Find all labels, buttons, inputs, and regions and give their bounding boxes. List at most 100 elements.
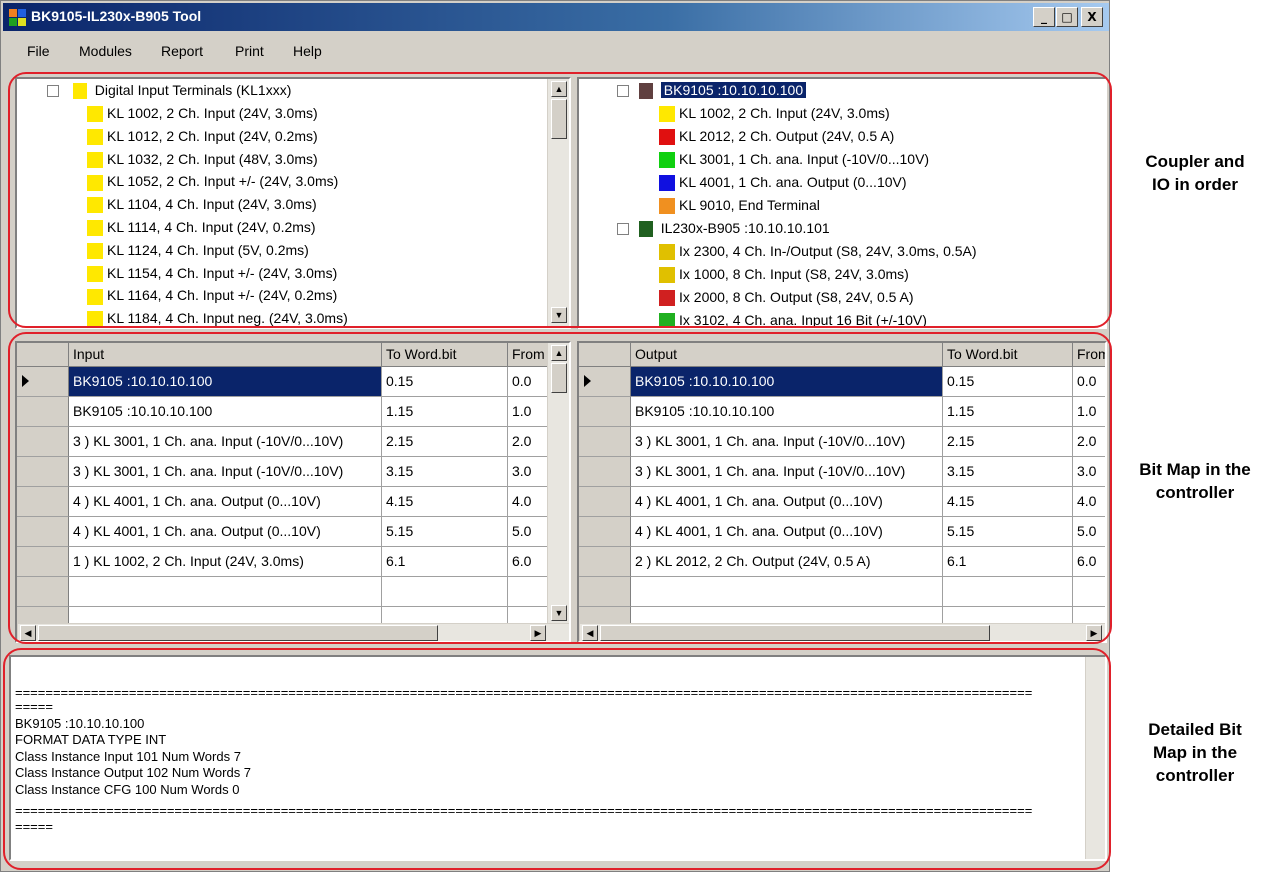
grid-cell[interactable]: 2.0 bbox=[508, 427, 548, 457]
tree-coupler-bk9105[interactable]: BK9105 :10.10.10.100 bbox=[617, 79, 807, 102]
tree-item-terminal[interactable]: KL 9010, End Terminal bbox=[659, 194, 820, 217]
grid-cell[interactable]: 5.15 bbox=[382, 517, 508, 547]
grid-cell[interactable]: 4.0 bbox=[508, 487, 548, 517]
grid-cell[interactable]: 4 ) KL 4001, 1 Ch. ana. Output (0...10V) bbox=[631, 517, 943, 547]
row-header[interactable] bbox=[17, 517, 69, 547]
row-header[interactable] bbox=[579, 397, 631, 427]
grid-cell[interactable] bbox=[1073, 577, 1105, 607]
tree-item-terminal[interactable]: KL 1032, 2 Ch. Input (48V, 3.0ms) bbox=[87, 148, 318, 171]
input-grid-vscrollbar[interactable]: ▲ ▼ bbox=[547, 343, 569, 623]
menu-file[interactable]: File bbox=[27, 43, 50, 59]
tree-item-terminal[interactable]: KL 1052, 2 Ch. Input +/- (24V, 3.0ms) bbox=[87, 170, 338, 193]
row-header[interactable] bbox=[17, 427, 69, 457]
grid-cell[interactable]: BK9105 :10.10.10.100 bbox=[69, 397, 382, 427]
scroll-up-button[interactable]: ▲ bbox=[551, 81, 567, 97]
row-header[interactable] bbox=[579, 517, 631, 547]
tree-item-terminal[interactable]: KL 3001, 1 Ch. ana. Input (-10V/0...10V) bbox=[659, 148, 929, 171]
grid-cell[interactable]: 2.0 bbox=[1073, 427, 1105, 457]
column-header[interactable]: From bbox=[1073, 343, 1105, 367]
scroll-right-button[interactable]: ▶ bbox=[530, 625, 546, 641]
catalog-tree-panel[interactable]: Digital Input Terminals (KL1xxx) KL 1002… bbox=[15, 77, 571, 329]
grid-cell[interactable]: 0.15 bbox=[943, 367, 1073, 397]
collapse-icon[interactable] bbox=[617, 85, 629, 98]
grid-cell[interactable] bbox=[943, 577, 1073, 607]
input-grid-hscrollbar[interactable]: ◀ ▶ bbox=[17, 623, 569, 641]
grid-cell[interactable]: 4.15 bbox=[943, 487, 1073, 517]
tree-item-terminal[interactable]: KL 4001, 1 Ch. ana. Output (0...10V) bbox=[659, 171, 907, 194]
grid-cell[interactable]: BK9105 :10.10.10.100 bbox=[69, 367, 382, 397]
menu-print[interactable]: Print bbox=[235, 43, 264, 59]
column-header[interactable]: To Word.bit bbox=[943, 343, 1073, 367]
grid-cell[interactable]: 3 ) KL 3001, 1 Ch. ana. Input (-10V/0...… bbox=[631, 457, 943, 487]
grid-cell[interactable]: 4 ) KL 4001, 1 Ch. ana. Output (0...10V) bbox=[69, 487, 382, 517]
collapse-icon[interactable] bbox=[617, 223, 629, 236]
grid-cell[interactable]: 2.15 bbox=[382, 427, 508, 457]
scroll-right-button[interactable]: ▶ bbox=[1086, 625, 1102, 641]
grid-cell[interactable] bbox=[508, 577, 548, 607]
menu-modules[interactable]: Modules bbox=[79, 43, 132, 59]
scroll-left-button[interactable]: ◀ bbox=[20, 625, 36, 641]
column-header[interactable]: Input bbox=[69, 343, 382, 367]
row-header[interactable] bbox=[579, 577, 631, 607]
tree-item-terminal[interactable]: KL 1154, 4 Ch. Input +/- (24V, 3.0ms) bbox=[87, 262, 337, 285]
grid-cell[interactable]: 0.0 bbox=[1073, 367, 1105, 397]
grid-cell[interactable]: 5.0 bbox=[508, 517, 548, 547]
scroll-up-button[interactable]: ▲ bbox=[551, 345, 567, 361]
row-header[interactable] bbox=[579, 487, 631, 517]
scroll-thumb[interactable] bbox=[38, 625, 438, 641]
tree-item-terminal[interactable]: KL 1104, 4 Ch. Input (24V, 3.0ms) bbox=[87, 193, 317, 216]
tree-item-terminal[interactable]: KL 1164, 4 Ch. Input +/- (24V, 0.2ms) bbox=[87, 284, 337, 307]
close-button[interactable]: X bbox=[1081, 7, 1103, 27]
grid-cell[interactable]: 4.0 bbox=[1073, 487, 1105, 517]
row-header[interactable] bbox=[579, 547, 631, 577]
tree-item-terminal[interactable]: KL 1184, 4 Ch. Input neg. (24V, 3.0ms) bbox=[87, 307, 348, 327]
output-grid[interactable]: Output To Word.bit From BK9105 :10.10.10.10… bbox=[577, 341, 1107, 643]
grid-cell[interactable]: 3.15 bbox=[943, 457, 1073, 487]
grid-cell[interactable]: 1.0 bbox=[1073, 397, 1105, 427]
grid-cell[interactable]: 6.1 bbox=[382, 547, 508, 577]
tree-item-terminal[interactable]: KL 1002, 2 Ch. Input (24V, 3.0ms) bbox=[659, 102, 890, 125]
row-header[interactable] bbox=[17, 487, 69, 517]
grid-cell[interactable]: 3 ) KL 3001, 1 Ch. ana. Input (-10V/0...… bbox=[69, 457, 382, 487]
grid-cell[interactable]: 5.0 bbox=[1073, 517, 1105, 547]
grid-cell[interactable] bbox=[69, 577, 382, 607]
row-header[interactable] bbox=[17, 457, 69, 487]
tree-item-terminal[interactable]: KL 2012, 2 Ch. Output (24V, 0.5 A) bbox=[659, 125, 894, 148]
grid-cell[interactable]: 4 ) KL 4001, 1 Ch. ana. Output (0...10V) bbox=[631, 487, 943, 517]
config-tree-panel[interactable]: BK9105 :10.10.10.100 KL 1002, 2 Ch. Inpu… bbox=[577, 77, 1107, 329]
scroll-down-button[interactable]: ▼ bbox=[551, 605, 567, 621]
menu-help[interactable]: Help bbox=[293, 43, 322, 59]
grid-cell[interactable]: 1 ) KL 1002, 2 Ch. Input (24V, 3.0ms) bbox=[69, 547, 382, 577]
scroll-down-button[interactable]: ▼ bbox=[551, 307, 567, 323]
row-header[interactable] bbox=[17, 577, 69, 607]
title-bar[interactable]: BK9105-IL230x-B905 Tool _ □ X bbox=[3, 3, 1109, 31]
grid-cell[interactable] bbox=[382, 577, 508, 607]
catalog-vscrollbar[interactable]: ▲ ▼ bbox=[547, 79, 569, 327]
column-header[interactable]: To Word.bit bbox=[382, 343, 508, 367]
tree-item-module[interactable]: Ix 3102, 4 Ch. ana. Input 16 Bit (+/-10V… bbox=[659, 309, 927, 327]
row-header[interactable] bbox=[579, 427, 631, 457]
grid-cell[interactable]: 1.15 bbox=[943, 397, 1073, 427]
grid-cell[interactable]: 3 ) KL 3001, 1 Ch. ana. Input (-10V/0...… bbox=[631, 427, 943, 457]
scroll-thumb[interactable] bbox=[600, 625, 990, 641]
column-header[interactable]: Output bbox=[631, 343, 943, 367]
grid-cell[interactable]: 0.0 bbox=[508, 367, 548, 397]
grid-cell[interactable]: 1.15 bbox=[382, 397, 508, 427]
grid-cell[interactable] bbox=[631, 577, 943, 607]
grid-cell[interactable]: 1.0 bbox=[508, 397, 548, 427]
grid-cell[interactable]: BK9105 :10.10.10.100 bbox=[631, 397, 943, 427]
row-header[interactable] bbox=[17, 397, 69, 427]
log-vscrollbar[interactable] bbox=[1085, 657, 1105, 859]
menu-report[interactable]: Report bbox=[161, 43, 203, 59]
tree-item-terminal[interactable]: KL 1114, 4 Ch. Input (24V, 0.2ms) bbox=[87, 216, 316, 239]
grid-cell[interactable]: 6.1 bbox=[943, 547, 1073, 577]
tree-item-module[interactable]: Ix 1000, 8 Ch. Input (S8, 24V, 3.0ms) bbox=[659, 263, 909, 286]
grid-cell[interactable]: 0.15 bbox=[382, 367, 508, 397]
grid-cell[interactable]: 6.0 bbox=[508, 547, 548, 577]
tree-item-terminal[interactable]: KL 1124, 4 Ch. Input (5V, 0.2ms) bbox=[87, 239, 309, 262]
tree-group-digital-input[interactable]: Digital Input Terminals (KL1xxx) bbox=[47, 79, 291, 102]
column-header[interactable]: From bbox=[508, 343, 548, 367]
output-grid-hscrollbar[interactable]: ◀ ▶ bbox=[579, 623, 1105, 641]
grid-cell[interactable]: 4 ) KL 4001, 1 Ch. ana. Output (0...10V) bbox=[69, 517, 382, 547]
tree-coupler-il230x[interactable]: IL230x-B905 :10.10.10.101 bbox=[617, 217, 830, 240]
